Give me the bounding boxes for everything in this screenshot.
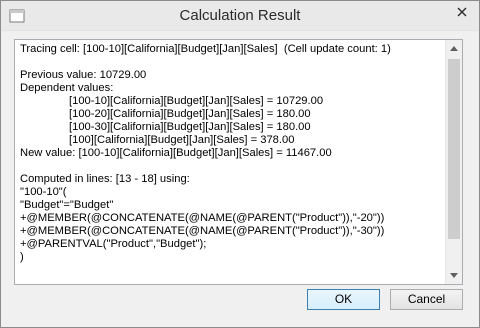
scroll-up-icon <box>450 46 458 51</box>
scroll-thumb[interactable] <box>448 59 460 239</box>
result-line: +@PARENTVAL("Product","Budget"); <box>20 238 207 250</box>
result-line: "Budget"="Budget" <box>20 199 114 211</box>
vertical-scrollbar[interactable] <box>445 40 462 284</box>
result-line <box>20 160 445 173</box>
result-text-area[interactable]: Tracing cell: [100-10][California][Budge… <box>14 39 463 285</box>
result-line: [100-10][California][Budget][Jan][Sales]… <box>69 95 324 107</box>
result-text: Tracing cell: [100-10][California][Budge… <box>20 43 445 264</box>
window-title: Calculation Result <box>179 7 301 24</box>
close-icon <box>457 7 467 17</box>
title-bar[interactable]: Calculation Result <box>1 1 479 31</box>
scroll-down-button[interactable] <box>446 267 462 284</box>
scroll-up-button[interactable] <box>446 40 462 57</box>
cancel-button[interactable]: Cancel <box>390 289 463 310</box>
result-line: Previous value: 10729.00 <box>20 69 147 81</box>
dialog-body: Tracing cell: [100-10][California][Budge… <box>1 31 479 327</box>
ok-button[interactable]: OK <box>307 289 380 310</box>
calculation-result-dialog: Calculation Result Tracing cell: [100-10… <box>0 0 480 328</box>
close-button[interactable] <box>450 2 474 22</box>
result-line: [100-30][California][Budget][Jan][Sales]… <box>69 121 311 133</box>
result-line: [100-20][California][Budget][Jan][Sales]… <box>69 108 311 120</box>
result-line: Computed in lines: [13 - 18] using: <box>20 173 190 185</box>
result-line: +@MEMBER(@CONCATENATE(@NAME(@PARENT("Pro… <box>20 212 385 224</box>
result-line: Tracing cell: [100-10][California][Budge… <box>20 43 391 55</box>
result-line <box>20 56 445 69</box>
result-line: ) <box>20 251 24 263</box>
result-line: Dependent values: <box>20 82 114 94</box>
result-line: "100-10"( <box>20 186 67 198</box>
result-line: [100][California][Budget][Jan][Sales] = … <box>69 134 295 146</box>
result-line: New value: [100-10][California][Budget][… <box>20 147 332 159</box>
result-line: +@MEMBER(@CONCATENATE(@NAME(@PARENT("Pro… <box>20 225 385 237</box>
scroll-down-icon <box>450 273 458 278</box>
